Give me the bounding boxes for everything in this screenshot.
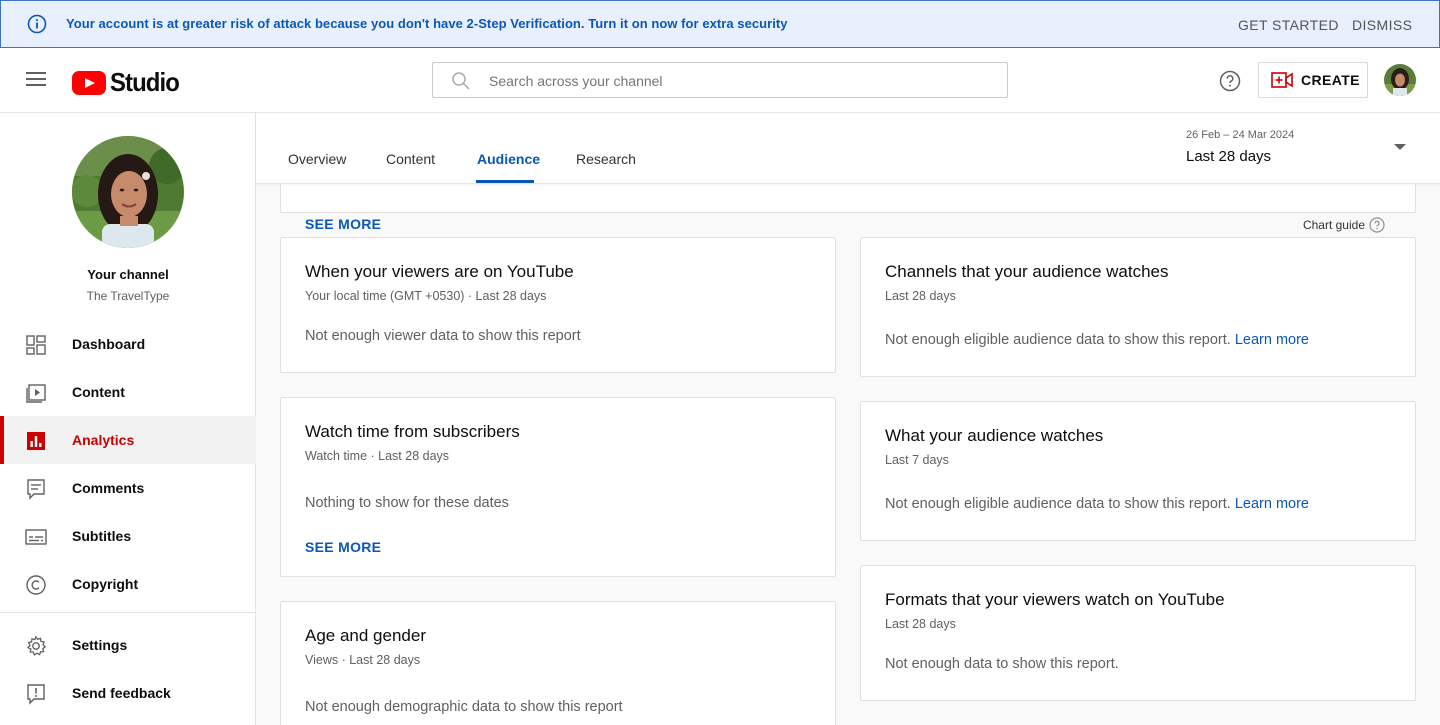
- logo-text: Studio: [110, 67, 180, 97]
- card-title: Formats that your viewers watch on YouTu…: [885, 590, 1225, 609]
- create-button[interactable]: CREATE: [1258, 62, 1368, 98]
- card-body: Not enough eligible audience data to sho…: [885, 332, 1309, 348]
- gear-icon: [26, 635, 47, 656]
- sidebar: Your channel The TravelType Dashboard Co…: [0, 113, 256, 725]
- learn-more-link[interactable]: Learn more: [1235, 332, 1309, 348]
- sidebar-item-dashboard[interactable]: Dashboard: [0, 320, 256, 368]
- card-subtitle: Watch time · Last 28 days: [305, 449, 450, 463]
- dismiss-button[interactable]: DISMISS: [1352, 17, 1412, 33]
- create-video-icon: [1271, 72, 1293, 88]
- dashboard-icon: [26, 335, 46, 355]
- card-subtitle: Your local time (GMT +0530) · Last 28 da…: [305, 289, 547, 303]
- card-title: When your viewers are on YouTube: [305, 262, 574, 281]
- card-body: Not enough eligible audience data to sho…: [885, 496, 1309, 512]
- see-more-link[interactable]: SEE MORE: [305, 539, 381, 555]
- sidebar-item-copyright[interactable]: Copyright: [0, 560, 256, 608]
- sidebar-item-label: Content: [72, 384, 125, 400]
- sidebar-item-label: Analytics: [72, 432, 135, 448]
- content-icon: [26, 384, 46, 403]
- card-subtitle: Last 7 days: [885, 453, 949, 467]
- sidebar-item-content[interactable]: Content: [0, 368, 256, 416]
- help-icon: [1369, 217, 1385, 233]
- channel-title: Your channel: [87, 267, 169, 282]
- card-body: Nothing to show for these dates: [305, 495, 509, 511]
- channel-avatar[interactable]: [72, 136, 184, 248]
- sidebar-item-label: Dashboard: [72, 336, 146, 352]
- info-icon: [27, 14, 47, 34]
- chart-guide-link[interactable]: Chart guide: [1303, 217, 1385, 233]
- sidebar-item-label: Send feedback: [72, 685, 171, 701]
- card-body: Not enough viewer data to show this repo…: [305, 328, 581, 344]
- top-header: Studio CREATE: [0, 48, 1440, 113]
- age-gender-card: Age and gender Views · Last 28 days Not …: [280, 601, 836, 725]
- search-input[interactable]: [489, 70, 989, 92]
- sidebar-item-label: Copyright: [72, 576, 139, 592]
- learn-more-link[interactable]: Learn more: [1235, 496, 1309, 512]
- date-period-label: Last 28 days: [1186, 148, 1272, 165]
- studio-logo[interactable]: Studio: [72, 67, 185, 98]
- card-body: Not enough data to show this report.: [885, 656, 1119, 672]
- watch-time-subscribers-card: Watch time from subscribers Watch time ·…: [280, 397, 836, 577]
- search-icon: [452, 72, 470, 90]
- channels-audience-watches-card: Channels that your audience watches Last…: [860, 237, 1416, 377]
- card-subtitle: Last 28 days: [885, 289, 956, 303]
- analytics-tabbar: Overview Content Audience Research 26 Fe…: [256, 113, 1440, 184]
- sidebar-divider: [0, 612, 255, 613]
- see-more-link[interactable]: SEE MORE: [305, 216, 381, 232]
- tab-research[interactable]: Research: [576, 151, 636, 167]
- main-content: SEE MORE Chart guide When your viewers a…: [256, 113, 1440, 725]
- copyright-icon: [26, 575, 46, 595]
- menu-icon[interactable]: [26, 72, 46, 88]
- viewers-time-card: When your viewers are on YouTube Your lo…: [280, 237, 836, 373]
- help-icon[interactable]: [1219, 70, 1241, 92]
- security-banner: Your account is at greater risk of attac…: [0, 0, 1440, 48]
- search-box[interactable]: [432, 62, 1008, 98]
- feedback-icon: [27, 684, 45, 705]
- get-started-button[interactable]: GET STARTED: [1238, 17, 1339, 33]
- sidebar-item-label: Subtitles: [72, 528, 132, 544]
- sidebar-item-subtitles[interactable]: Subtitles: [0, 512, 256, 560]
- sidebar-item-label: Comments: [72, 480, 145, 496]
- sidebar-item-settings[interactable]: Settings: [0, 621, 256, 669]
- card-title: What your audience watches: [885, 426, 1104, 445]
- subtitles-icon: [25, 529, 47, 545]
- card-body-text: Not enough eligible audience data to sho…: [885, 332, 1231, 348]
- what-audience-watches-card: What your audience watches Last 7 days N…: [860, 401, 1416, 541]
- card-subtitle: Last 28 days: [885, 617, 956, 631]
- chart-guide-label: Chart guide: [1302, 218, 1365, 232]
- formats-card: Formats that your viewers watch on YouTu…: [860, 565, 1416, 701]
- card-body: Not enough demographic data to show this…: [305, 699, 623, 715]
- comments-icon: [27, 479, 45, 500]
- active-tab-indicator: [476, 180, 534, 183]
- analytics-icon: [27, 432, 45, 450]
- tab-overview[interactable]: Overview: [288, 151, 346, 167]
- tab-content[interactable]: Content: [386, 151, 435, 167]
- youtube-logo-icon: [72, 70, 106, 95]
- chevron-down-icon[interactable]: [1394, 144, 1406, 150]
- channel-name: The TravelType: [86, 289, 170, 303]
- create-label: CREATE: [1301, 72, 1360, 88]
- tab-audience[interactable]: Audience: [477, 151, 540, 167]
- date-range-text: 26 Feb – 24 Mar 2024: [1186, 129, 1295, 141]
- card-subtitle: Views · Last 28 days: [305, 653, 421, 667]
- banner-message: Your account is at greater risk of attac…: [66, 16, 788, 31]
- sidebar-item-label: Settings: [72, 637, 128, 653]
- sidebar-item-analytics[interactable]: Analytics: [0, 416, 256, 464]
- account-avatar[interactable]: [1384, 64, 1416, 96]
- sidebar-item-send-feedback[interactable]: Send feedback: [0, 669, 256, 717]
- card-title: Age and gender: [305, 626, 426, 645]
- card-body-text: Not enough eligible audience data to sho…: [885, 496, 1231, 512]
- card-title: Channels that your audience watches: [885, 262, 1169, 281]
- card-title: Watch time from subscribers: [305, 422, 520, 441]
- sidebar-item-comments[interactable]: Comments: [0, 464, 256, 512]
